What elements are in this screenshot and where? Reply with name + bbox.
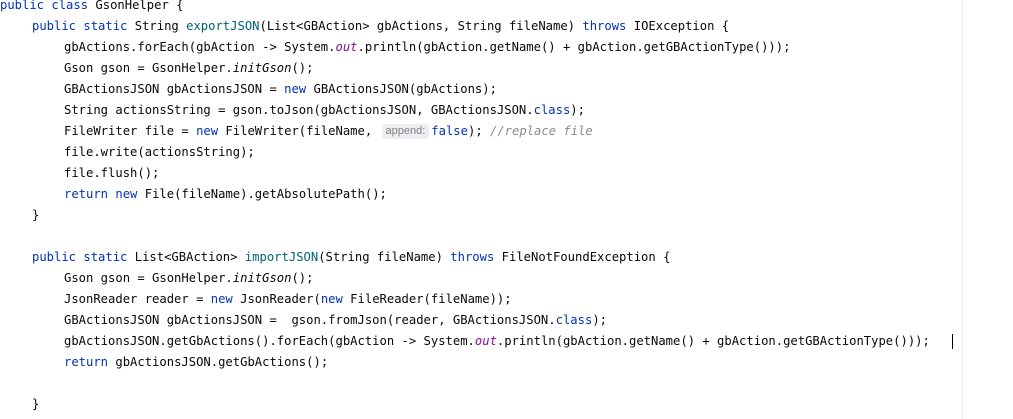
keyword: class	[555, 313, 593, 327]
code-text: gbActions.forEach(gbAction -> System.	[64, 40, 336, 54]
code-text: GBActionsJSON(gbActions);	[306, 82, 497, 96]
code-text: .println(gbAction.getName() + gbAction.g…	[357, 40, 791, 54]
code-text: GBActionsJSON gbActionsJSON =	[64, 82, 285, 96]
code-text: file.flush();	[64, 166, 160, 180]
code-line[interactable]: Gson gson = GsonHelper.initGson();	[64, 58, 313, 79]
code-editor[interactable]: public class GsonHelper { public static …	[0, 0, 1013, 419]
right-margin-guide	[962, 0, 963, 419]
code-line[interactable]: file.write(actionsString);	[64, 142, 255, 163]
code-line[interactable]: gbActions.forEach(gbAction -> System.out…	[64, 37, 790, 58]
keyword: new	[284, 82, 307, 96]
code-text: file.write(actionsString);	[64, 145, 255, 159]
keyword: new	[320, 292, 343, 306]
code-text: Gson gson = GsonHelper.	[64, 61, 233, 75]
keyword: new	[115, 187, 138, 201]
code-text: ();	[291, 61, 314, 75]
method-name: exportJSON	[186, 19, 260, 33]
keyword: class	[51, 0, 89, 12]
code-text: gbActionsJSON.getGbActions().forEach(gbA…	[64, 334, 475, 348]
brace: }	[32, 397, 40, 411]
keyword: static	[83, 250, 128, 264]
keyword: class	[533, 103, 571, 117]
code-line-class-close[interactable]: }	[32, 394, 39, 415]
keyword: public	[32, 250, 77, 264]
code-text: FileWriter file =	[64, 124, 197, 138]
exception-type: FileNotFoundException {	[494, 250, 671, 264]
return-type: String	[134, 19, 179, 33]
code-text: JsonReader(	[232, 292, 321, 306]
code-text: gbActionsJSON.getGbActions();	[108, 355, 329, 369]
code-line[interactable]: file.flush();	[64, 163, 159, 184]
comment: //replace file	[490, 124, 593, 138]
code-text: JsonReader reader =	[64, 292, 211, 306]
code-text: .println(gbAction.getName() + gbAction.g…	[496, 334, 930, 348]
code-line[interactable]: return new File(fileName).getAbsolutePat…	[64, 184, 387, 205]
code-line-export-signature[interactable]: public static String exportJSON(List<GBA…	[32, 16, 729, 37]
method-name: importJSON	[244, 250, 319, 264]
code-text: FileWriter(fileName,	[218, 124, 380, 138]
code-line[interactable]: Gson gson = GsonHelper.initGson();	[64, 268, 313, 289]
keyword: public	[32, 19, 77, 33]
static-field: out	[335, 40, 358, 54]
code-text: ();	[291, 271, 314, 285]
class-name: GsonHelper	[95, 0, 169, 12]
code-line[interactable]: String actionsString = gson.toJson(gbAct…	[64, 100, 585, 121]
code-line[interactable]: GBActionsJSON gbActionsJSON = gson.fromJ…	[64, 310, 607, 331]
static-method: initGson	[232, 271, 292, 285]
code-line[interactable]: gbActionsJSON.getGbActions().forEach(gbA…	[64, 331, 930, 352]
brace: }	[32, 208, 40, 222]
code-text: File(fileName).getAbsolutePath();	[137, 187, 387, 201]
keyword: return	[64, 187, 109, 201]
return-type: List<GBAction>	[134, 250, 238, 264]
code-line[interactable]: return gbActionsJSON.getGbActions();	[64, 352, 328, 373]
code-text: );	[467, 124, 490, 138]
text-caret	[952, 334, 953, 349]
brace: {	[168, 0, 184, 12]
keyword: throws	[582, 19, 627, 33]
code-text: );	[570, 103, 585, 117]
code-line[interactable]: JsonReader reader = new JsonReader(new F…	[64, 289, 512, 310]
static-field: out	[474, 334, 497, 348]
code-line[interactable]: GBActionsJSON gbActionsJSON = new GBActi…	[64, 79, 497, 100]
code-text: GBActionsJSON gbActionsJSON = gson.fromJ…	[64, 313, 556, 327]
parameter-hint: append:	[381, 124, 430, 139]
code-line-class-declaration[interactable]: public class GsonHelper {	[0, 0, 183, 16]
code-line[interactable]: FileWriter file = new FileWriter(fileNam…	[64, 121, 593, 142]
keyword: false	[431, 124, 468, 138]
code-text: );	[592, 313, 607, 327]
code-text: Gson gson = GsonHelper.	[64, 271, 233, 285]
keyword: throws	[450, 250, 495, 264]
code-line-import-signature[interactable]: public static List<GBAction> importJSON(…	[32, 247, 670, 268]
exception-type: IOException {	[626, 19, 730, 33]
static-method: initGson	[232, 61, 292, 75]
parameters: (String fileName)	[318, 250, 451, 264]
code-text: FileReader(fileName));	[342, 292, 512, 306]
keyword: new	[196, 124, 219, 138]
keyword: new	[210, 292, 233, 306]
keyword: static	[83, 19, 128, 33]
parameters: (List<GBAction> gbActions, String fileNa…	[259, 19, 583, 33]
code-line-method-close[interactable]: }	[32, 205, 39, 226]
code-text: String actionsString = gson.toJson(gbAct…	[64, 103, 534, 117]
keyword: public	[0, 0, 45, 12]
keyword: return	[64, 355, 109, 369]
